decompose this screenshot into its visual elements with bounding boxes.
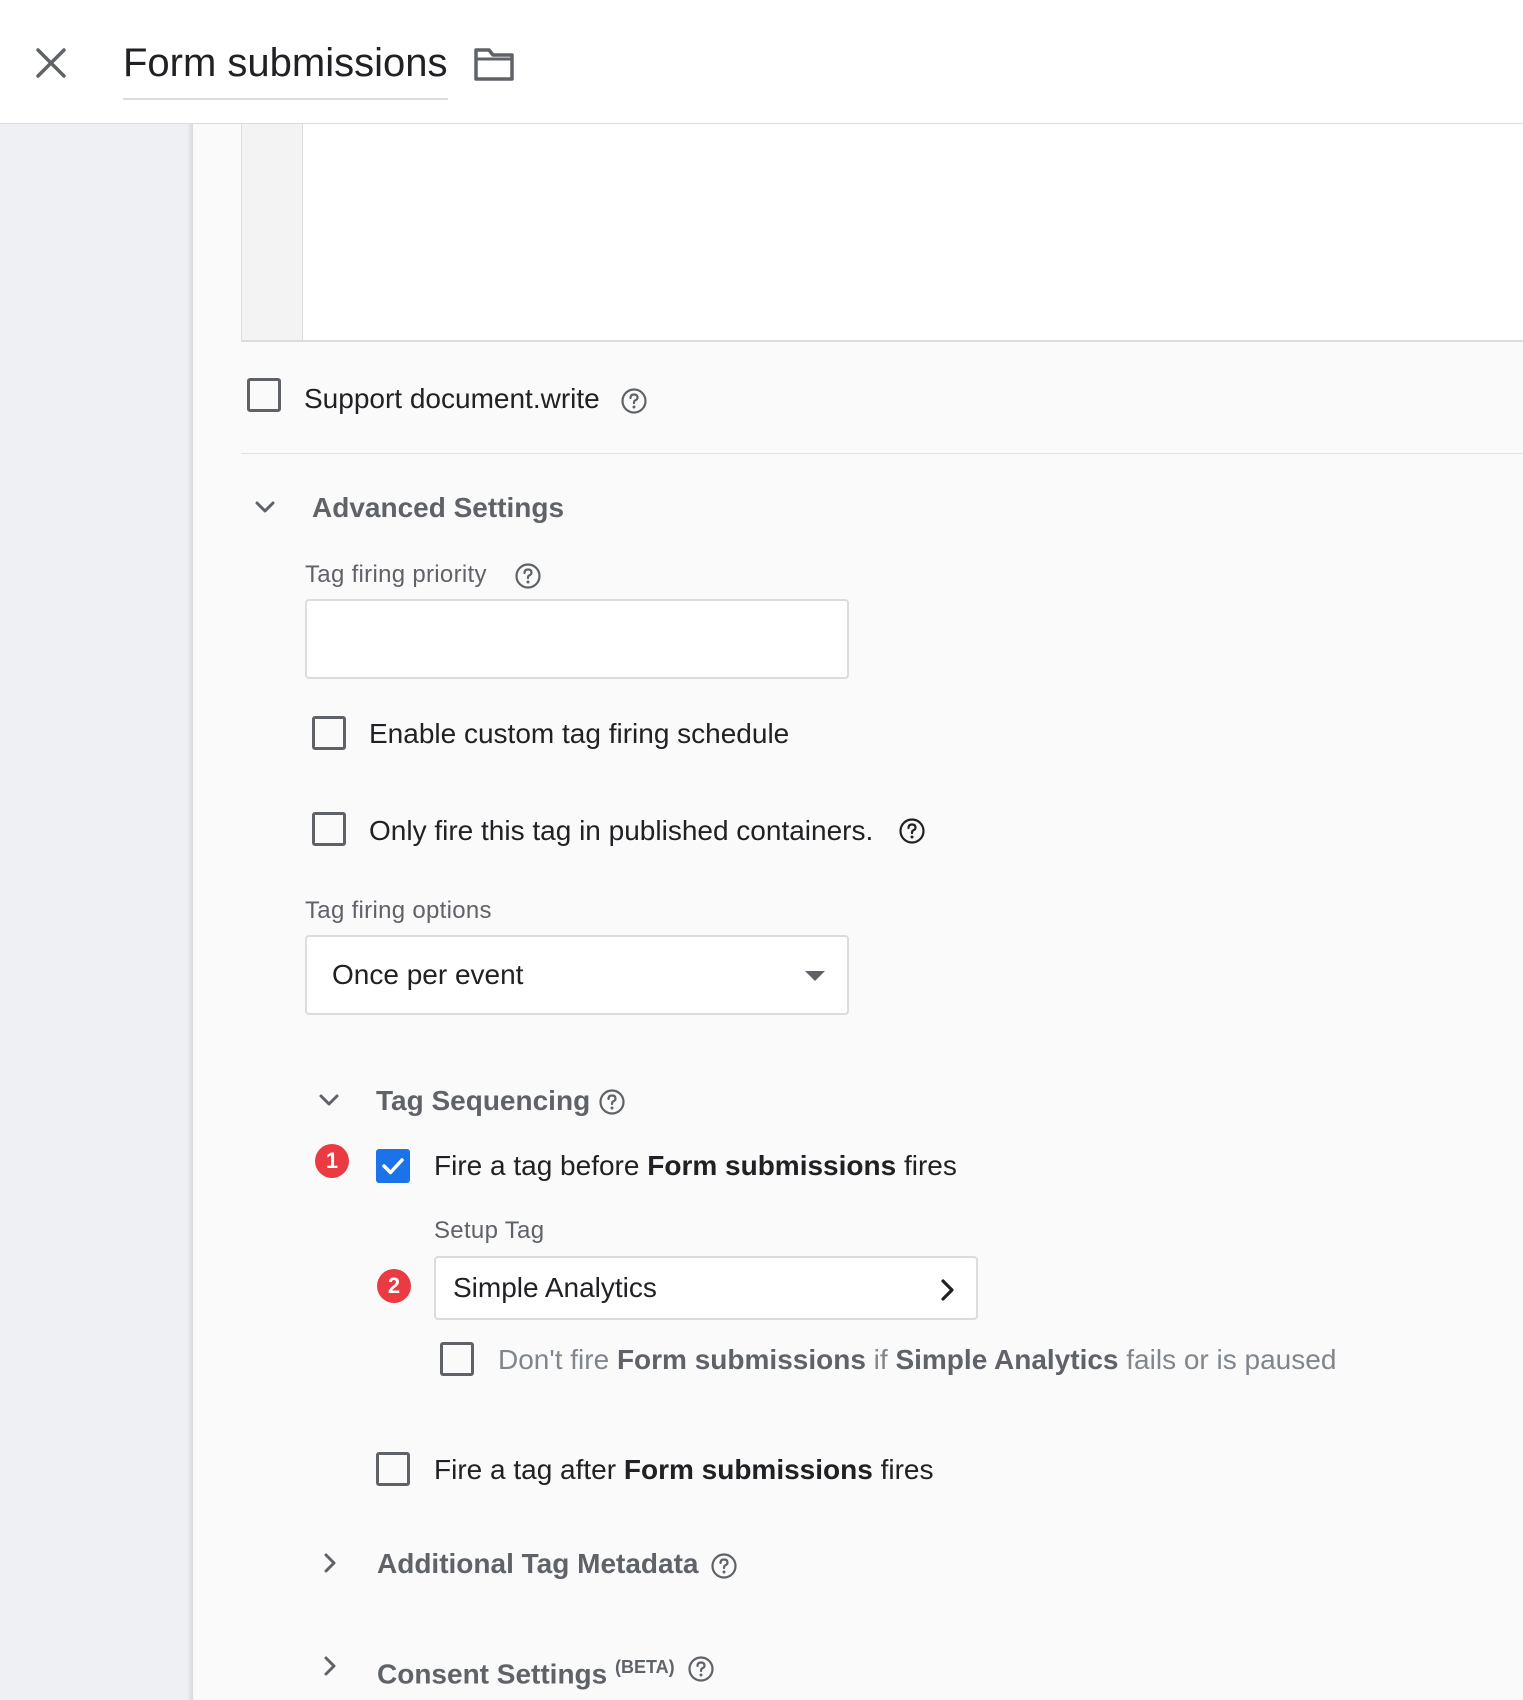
enable-custom-schedule-label: Enable custom tag firing schedule xyxy=(369,718,790,749)
chevron-down-icon xyxy=(319,1094,339,1106)
dont-fire-mid: if xyxy=(873,1344,888,1375)
tag-firing-priority-input[interactable] xyxy=(305,599,849,679)
chevron-down-icon xyxy=(255,501,275,513)
consent-settings-label: Consent Settings xyxy=(377,1658,608,1690)
only-published-checkbox[interactable] xyxy=(312,812,346,846)
close-icon xyxy=(36,48,66,78)
html-code-editor[interactable] xyxy=(241,124,1523,342)
checkmark-icon xyxy=(382,1158,404,1175)
tag-sequencing-title[interactable]: Tag Sequencing xyxy=(376,1083,590,1119)
annotation-badge-2: 2 xyxy=(377,1269,411,1303)
setup-tag-label: Setup Tag xyxy=(434,1217,545,1244)
support-document-write-checkbox[interactable] xyxy=(247,378,281,412)
chevron-right-icon xyxy=(941,1279,954,1301)
close-button[interactable] xyxy=(24,36,78,90)
section-divider xyxy=(241,453,1523,454)
fire-after-pre: Fire a tag after xyxy=(434,1454,617,1485)
code-editor-gutter xyxy=(242,124,303,340)
advanced-settings-title[interactable]: Advanced Settings xyxy=(312,490,564,526)
tag-sequencing-toggle[interactable] xyxy=(314,1085,344,1115)
help-icon[interactable] xyxy=(710,1552,738,1580)
tag-firing-options-select[interactable]: Once per event xyxy=(305,935,849,1015)
setup-tag-value: Simple Analytics xyxy=(453,1272,657,1303)
advanced-settings-toggle[interactable] xyxy=(250,492,280,522)
left-rail xyxy=(0,124,193,1700)
dont-fire-post: fails or is paused xyxy=(1126,1344,1337,1375)
tag-firing-options-value: Once per event xyxy=(332,959,524,990)
dont-fire-checkbox[interactable] xyxy=(440,1342,474,1376)
dont-fire-label: Don't fire Form submissions if Simple An… xyxy=(498,1342,1336,1378)
additional-metadata-toggle[interactable] xyxy=(315,1548,345,1578)
annotation-badge-1: 1 xyxy=(315,1144,349,1178)
dont-fire-setup: Simple Analytics xyxy=(895,1344,1119,1375)
consent-settings-toggle[interactable] xyxy=(315,1651,345,1681)
fire-before-tag: Form submissions xyxy=(647,1150,897,1181)
folder-icon xyxy=(474,48,514,81)
fire-after-checkbox[interactable] xyxy=(376,1452,410,1486)
fire-before-checkbox[interactable] xyxy=(376,1149,410,1183)
chevron-right-icon xyxy=(324,1553,336,1573)
fire-after-label: Fire a tag after Form submissions fires xyxy=(434,1452,934,1488)
consent-settings-title[interactable]: Consent Settings (BETA) xyxy=(377,1649,675,1692)
fire-after-tag: Form submissions xyxy=(623,1454,873,1485)
fire-before-label: Fire a tag before Form submissions fires xyxy=(434,1148,957,1184)
fire-before-pre: Fire a tag before xyxy=(434,1150,640,1181)
folder-button[interactable] xyxy=(472,42,516,86)
setup-tag-selector[interactable]: Simple Analytics xyxy=(434,1256,978,1320)
additional-metadata-title[interactable]: Additional Tag Metadata xyxy=(377,1546,699,1582)
dropdown-arrow-icon xyxy=(805,971,825,981)
fire-before-post: fires xyxy=(903,1150,957,1181)
chevron-right-icon xyxy=(324,1656,336,1676)
dont-fire-tag: Form submissions xyxy=(616,1344,866,1375)
help-icon[interactable] xyxy=(898,817,926,845)
enable-custom-schedule-checkbox[interactable] xyxy=(312,716,346,750)
tag-firing-priority-label: Tag firing priority xyxy=(305,561,487,588)
help-icon[interactable] xyxy=(687,1655,715,1683)
tag-name-input[interactable]: Form submissions xyxy=(123,36,448,100)
beta-badge: (BETA) xyxy=(615,1657,675,1677)
support-document-write-label: Support document.write xyxy=(304,383,600,414)
help-icon[interactable] xyxy=(620,387,648,415)
dont-fire-pre: Don't fire xyxy=(498,1344,610,1375)
tag-firing-options-label: Tag firing options xyxy=(305,897,492,924)
only-published-label: Only fire this tag in published containe… xyxy=(369,815,874,846)
help-icon[interactable] xyxy=(514,562,542,590)
fire-after-post: fires xyxy=(880,1454,934,1485)
help-icon[interactable] xyxy=(598,1088,626,1116)
